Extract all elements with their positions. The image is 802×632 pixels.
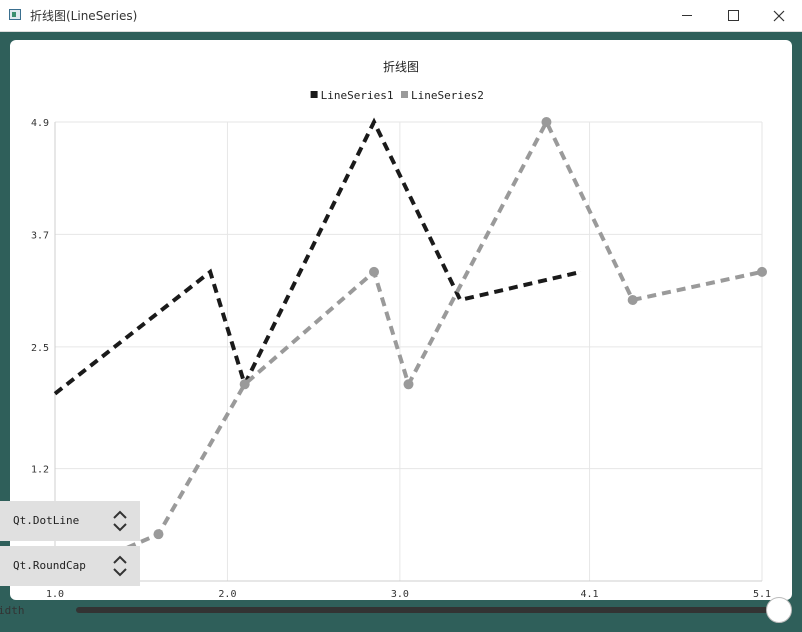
x-tick-label: 4.1: [581, 589, 599, 600]
y-tick-label: 2.5: [31, 343, 49, 354]
data-point: [369, 266, 380, 277]
series-line: [53, 117, 582, 396]
legend-label: LineSeries1: [321, 89, 394, 102]
y-tick-label: 3.7: [31, 230, 49, 241]
series-1: [53, 117, 582, 396]
legend-marker: [310, 91, 318, 98]
up-down-chevron-icon: [113, 555, 127, 577]
pen-style-combobox[interactable]: Qt.DotLine: [0, 501, 140, 541]
pen-style-value: Qt.DotLine: [13, 514, 80, 527]
width-label: idth: [0, 604, 25, 617]
width-slider-track[interactable]: [76, 607, 776, 613]
x-tick-label: 5.1: [753, 589, 771, 600]
data-point: [403, 379, 414, 390]
cap-style-combobox[interactable]: Qt.RoundCap: [0, 546, 140, 586]
cap-style-value: Qt.RoundCap: [13, 559, 86, 572]
x-tick-label: 3.0: [391, 589, 409, 600]
chart-title: 折线图: [383, 59, 419, 74]
data-point: [153, 529, 164, 540]
legend-label: LineSeries2: [411, 89, 484, 102]
data-point: [541, 117, 552, 127]
y-tick-label: 4.9: [31, 118, 49, 129]
y-tick-label: 1.2: [31, 465, 49, 476]
legend: LineSeries1 LineSeries2: [310, 89, 484, 102]
legend-marker: [401, 91, 408, 98]
data-point: [239, 379, 250, 390]
x-tick-label: 1.0: [46, 589, 64, 600]
data-point: [627, 294, 638, 305]
x-tick-label: 2.0: [218, 589, 236, 600]
grid: [54, 121, 763, 582]
width-slider-handle[interactable]: [766, 597, 792, 623]
data-point: [757, 266, 767, 277]
up-down-chevron-icon: [113, 510, 127, 532]
